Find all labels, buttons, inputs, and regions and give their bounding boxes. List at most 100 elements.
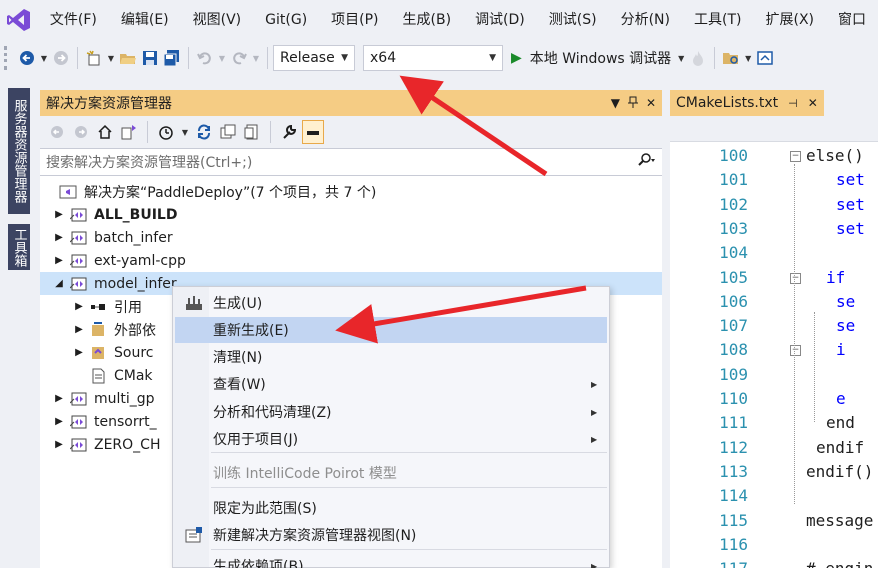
expand-arrow-icon[interactable]: ▶	[72, 301, 86, 312]
sync-icon[interactable]	[193, 120, 215, 144]
context-menu-item[interactable]: 清理(N)	[175, 344, 607, 370]
close-icon[interactable]: ✕	[646, 96, 656, 111]
preview-selected-items-icon[interactable]	[302, 120, 324, 144]
fold-toggle-icon[interactable]: −	[790, 345, 801, 357]
navigate-back-icon[interactable]	[16, 46, 38, 70]
menu-item[interactable]: 文件(F)	[38, 0, 109, 40]
context-menu-item[interactable]: 生成依赖项(B) ▶	[175, 553, 607, 568]
platform-dropdown[interactable]: x64 ▼	[363, 45, 503, 71]
pin-icon[interactable]	[627, 96, 638, 111]
context-menu-item-label: 查看(W)	[213, 377, 266, 393]
menu-item[interactable]: 分析(N)	[609, 0, 682, 40]
browser-icon[interactable]	[754, 46, 776, 70]
configuration-dropdown[interactable]: Release ▼	[273, 45, 355, 71]
empty-icon-slot	[175, 344, 213, 370]
collapse-all-icon[interactable]	[217, 120, 239, 144]
context-menu-item[interactable]: 查看(W) ▶	[175, 371, 607, 397]
context-menu-item-label: 训练 IntelliCode Poirot 模型	[213, 466, 397, 482]
open-folder-icon[interactable]	[117, 46, 139, 70]
left-tool-rail: 服务器资源管理器 工具箱	[0, 80, 38, 568]
build-icon	[175, 290, 213, 316]
project-node[interactable]: ▶ batch_infer	[40, 226, 662, 249]
redo-icon[interactable]	[228, 46, 250, 70]
solution-explorer-titlebar[interactable]: 解决方案资源管理器 ▼ ✕	[40, 90, 662, 116]
context-menu-item[interactable]: 生成(U)	[175, 290, 607, 316]
properties-wrench-icon[interactable]	[278, 120, 300, 144]
context-menu-item[interactable]: 分析和代码清理(Z) ▶	[175, 399, 607, 425]
fold-toggle-icon[interactable]: −	[790, 272, 801, 284]
menu-item[interactable]: 生成(B)	[391, 0, 464, 40]
close-icon[interactable]: ✕	[808, 96, 818, 110]
save-all-icon[interactable]	[161, 46, 183, 70]
chevron-down-icon[interactable]: ▼	[675, 46, 687, 70]
find-in-files-icon[interactable]	[720, 46, 742, 70]
project-node[interactable]: ▶ ext-yaml-cpp	[40, 249, 662, 272]
window-position-icon[interactable]: ▼	[611, 96, 620, 111]
hot-reload-icon[interactable]	[687, 46, 709, 70]
search-icon[interactable]	[636, 153, 656, 171]
line-number: 117	[670, 559, 748, 568]
collapse-arrow-icon[interactable]: ◢	[52, 278, 66, 289]
forward-icon[interactable]	[70, 120, 92, 144]
menu-item[interactable]: 工具(T)	[682, 0, 753, 40]
navigate-forward-icon[interactable]	[50, 46, 72, 70]
expand-arrow-icon[interactable]: ▶	[52, 255, 66, 266]
new-project-icon[interactable]	[83, 46, 105, 70]
toolbar-grip[interactable]	[4, 46, 16, 70]
menu-item[interactable]: 窗口	[826, 0, 878, 40]
menu-item[interactable]: 测试(S)	[537, 0, 609, 40]
save-icon[interactable]	[139, 46, 161, 70]
expand-arrow-icon[interactable]: ▶	[72, 324, 86, 335]
line-number: 100	[719, 146, 748, 165]
menu-item[interactable]: 调试(D)	[463, 0, 537, 40]
menu-item[interactable]: 视图(V)	[181, 0, 254, 40]
switch-views-icon[interactable]	[118, 120, 140, 144]
back-icon[interactable]	[46, 120, 68, 144]
solution-explorer-search-input[interactable]: 搜索解决方案资源管理器(Ctrl+;)	[40, 148, 662, 176]
toolbar-separator	[188, 47, 189, 69]
home-icon[interactable]	[94, 120, 116, 144]
editor-tab-cmakelists[interactable]: CMakeLists.txt ⊣ ✕	[670, 90, 824, 116]
tree-item-label: tensorrt_	[94, 413, 157, 430]
code-line: 106 se	[670, 292, 878, 316]
fold-toggle-icon[interactable]: −	[790, 151, 801, 162]
menu-item[interactable]: 扩展(X)	[753, 0, 826, 40]
pending-changes-filter-icon[interactable]	[155, 120, 177, 144]
tree-item-label: 外部依	[114, 322, 156, 339]
chevron-down-icon[interactable]: ▼	[250, 46, 262, 70]
expand-arrow-icon[interactable]: ▶	[52, 416, 66, 427]
chevron-down-icon[interactable]: ▼	[179, 120, 191, 144]
line-number: 104	[719, 243, 748, 263]
solution-node[interactable]: 解决方案“PaddleDeploy”(7 个项目，共 7 个)	[40, 180, 662, 203]
expand-arrow-icon[interactable]: ▶	[52, 439, 66, 450]
context-menu-item[interactable]: 重新生成(E)	[175, 317, 607, 343]
item-icon	[90, 368, 108, 384]
show-all-files-icon[interactable]	[241, 120, 263, 144]
context-menu-item[interactable]: 仅用于项目(J) ▶	[175, 426, 607, 452]
context-menu-item[interactable]: 新建解决方案资源管理器视图(N)	[175, 522, 607, 548]
tree-item-label: ZERO_CH	[94, 436, 161, 453]
toolbox-tab[interactable]: 工具箱	[8, 224, 30, 270]
chevron-down-icon[interactable]: ▼	[216, 46, 228, 70]
chevron-down-icon[interactable]: ▼	[105, 46, 117, 70]
undo-icon[interactable]	[194, 46, 216, 70]
pin-icon[interactable]: ⊣	[788, 97, 798, 110]
chevron-down-icon[interactable]: ▼	[742, 46, 754, 70]
expand-arrow-icon[interactable]: ▶	[52, 393, 66, 404]
context-menu-item-label: 生成依赖项(B)	[213, 559, 304, 568]
expand-arrow-icon[interactable]: ▶	[52, 209, 66, 220]
menu-item[interactable]: Git(G)	[253, 0, 319, 40]
start-debugging-button[interactable]: ▶ 本地 Windows 调试器 ▼	[511, 46, 687, 70]
chevron-down-icon[interactable]: ▼	[38, 46, 50, 70]
server-explorer-tab[interactable]: 服务器资源管理器	[8, 88, 30, 214]
menu-item[interactable]: 编辑(E)	[109, 0, 181, 40]
project-node[interactable]: ▶ ALL_BUILD	[40, 203, 662, 226]
expand-arrow-icon[interactable]: ▶	[52, 232, 66, 243]
line-number: 115	[719, 510, 748, 530]
solution-explorer-toolbar: ▼	[40, 116, 662, 148]
menu-item[interactable]: 项目(P)	[319, 0, 390, 40]
context-menu-item[interactable]: 限定为此范围(S)	[175, 495, 607, 521]
empty-icon-slot	[175, 371, 213, 397]
code-line: 101 set	[670, 170, 878, 194]
expand-arrow-icon[interactable]: ▶	[72, 347, 86, 358]
